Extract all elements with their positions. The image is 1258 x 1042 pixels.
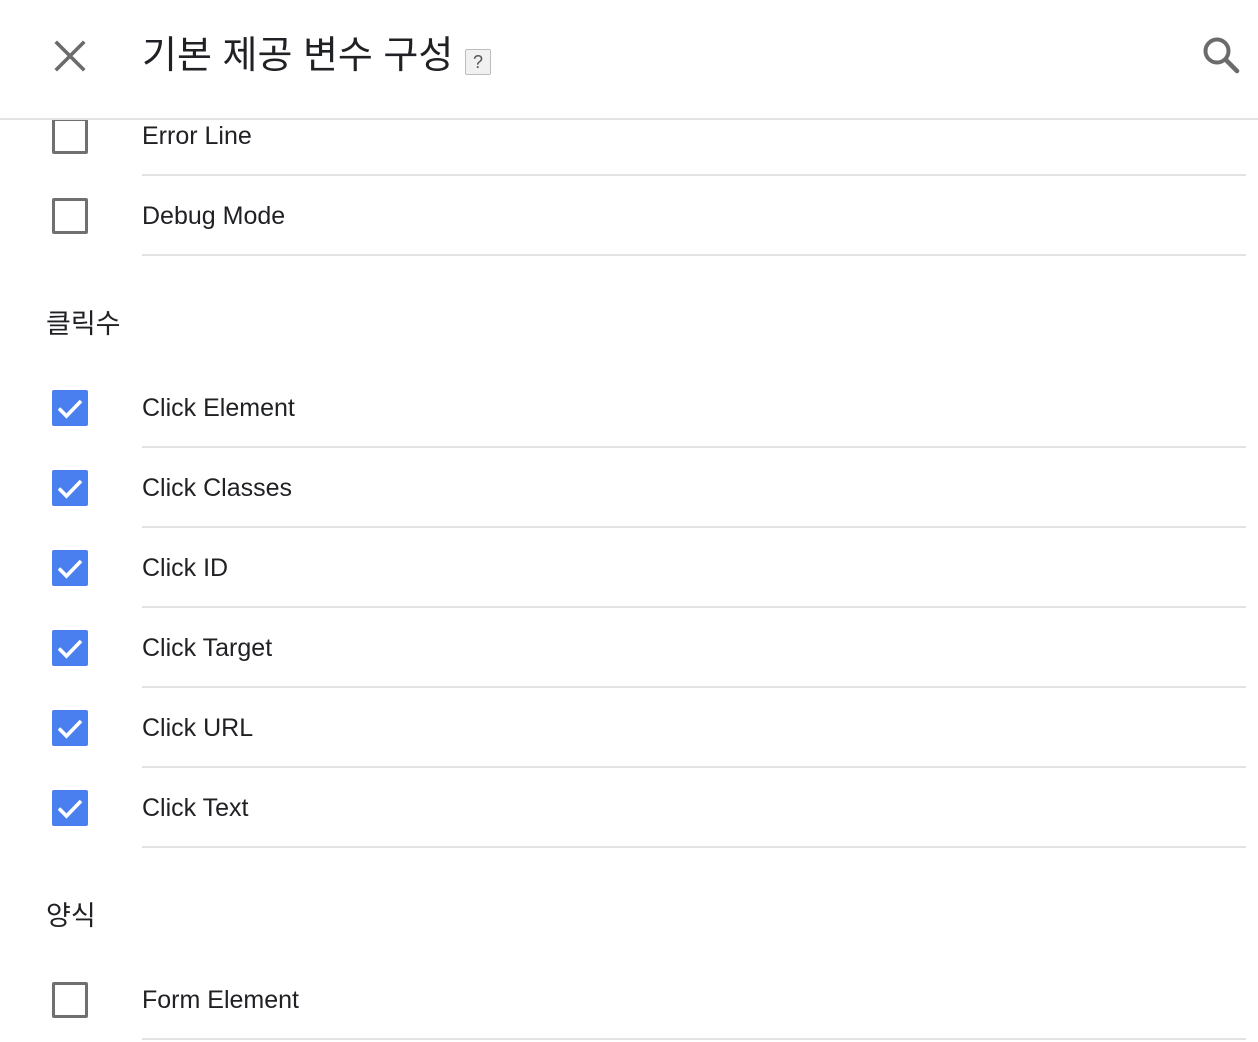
- variable-label: Click URL: [142, 714, 254, 742]
- page-title: 기본 제공 변수 구성: [142, 35, 454, 77]
- checkbox[interactable]: [52, 982, 88, 1018]
- variable-row-click-url[interactable]: Click URL: [0, 688, 1258, 768]
- search-icon: [1203, 37, 1240, 74]
- divider: [142, 1038, 1246, 1040]
- variable-label: Form Element: [142, 986, 299, 1014]
- checkbox[interactable]: [52, 790, 88, 826]
- variable-label: Click ID: [142, 554, 229, 582]
- variable-label: Error Line: [142, 122, 252, 150]
- variable-row-form-element[interactable]: Form Element: [0, 960, 1258, 1040]
- checkbox[interactable]: [52, 118, 88, 154]
- section-heading-clicks: 클릭수: [46, 309, 121, 339]
- checkmark-icon: [57, 399, 83, 419]
- section-heading-forms: 양식: [46, 901, 96, 931]
- help-icon[interactable]: ?: [465, 49, 491, 75]
- close-button[interactable]: [44, 30, 96, 82]
- close-icon: [54, 40, 86, 72]
- checkmark-icon: [57, 559, 83, 579]
- variable-label: Click Text: [142, 794, 249, 822]
- checkbox[interactable]: [52, 198, 88, 234]
- search-button[interactable]: [1196, 30, 1248, 82]
- checkbox[interactable]: [52, 630, 88, 666]
- variable-label: Click Target: [142, 634, 273, 662]
- checkmark-icon: [57, 719, 83, 739]
- dialog-header: 기본 제공 변수 구성 ?: [0, 0, 1258, 120]
- divider: [142, 846, 1246, 848]
- checkbox[interactable]: [52, 710, 88, 746]
- checkbox[interactable]: [52, 550, 88, 586]
- variable-row-click-target[interactable]: Click Target: [0, 608, 1258, 688]
- checkmark-icon: [57, 799, 83, 819]
- checkmark-icon: [57, 639, 83, 659]
- variable-label: Debug Mode: [142, 202, 286, 230]
- variable-row-click-element[interactable]: Click Element: [0, 368, 1258, 448]
- variable-row-click-classes[interactable]: Click Classes: [0, 448, 1258, 528]
- checkbox[interactable]: [52, 390, 88, 426]
- variable-label: Click Element: [142, 394, 295, 422]
- variable-row-click-text[interactable]: Click Text: [0, 768, 1258, 848]
- variable-label: Click Classes: [142, 474, 293, 502]
- variable-row-click-id[interactable]: Click ID: [0, 528, 1258, 608]
- divider: [142, 254, 1246, 256]
- variable-list: Error Line Debug Mode 클릭수 Click Element …: [0, 0, 1258, 1042]
- variable-row-debug-mode[interactable]: Debug Mode: [0, 176, 1258, 256]
- checkbox[interactable]: [52, 470, 88, 506]
- checkmark-icon: [57, 479, 83, 499]
